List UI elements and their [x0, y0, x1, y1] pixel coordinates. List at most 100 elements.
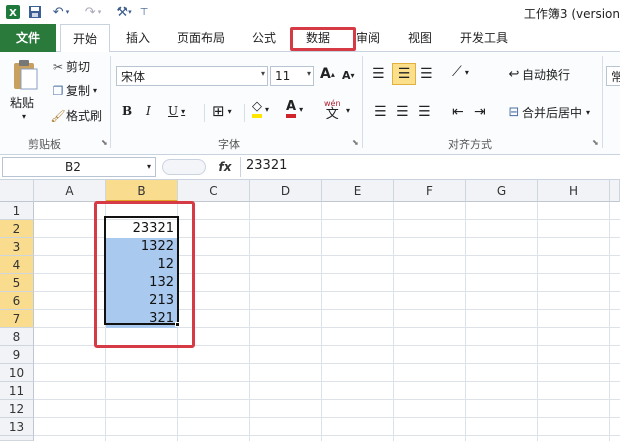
row-header-1[interactable]: 1	[0, 202, 34, 220]
column-header-next[interactable]	[610, 180, 620, 202]
formula-bar: B2 ▾ fx 23321	[0, 155, 620, 180]
chevron-down-icon: ▾	[306, 69, 311, 78]
tab-insert[interactable]: 插入	[118, 24, 158, 52]
row-header-12[interactable]: 12	[0, 400, 34, 418]
alignment-group-label: 对齐方式	[448, 138, 492, 151]
align-bottom-icon[interactable]: ☰	[420, 66, 433, 82]
cut-button[interactable]: ✂ 剪切	[50, 58, 90, 75]
wrap-text-button[interactable]: ↩ 自动换行	[506, 66, 570, 83]
fill-color-icon[interactable]: ◇ ▾	[252, 100, 269, 118]
phonetic-icon[interactable]: wén 文	[324, 98, 341, 121]
quick-access-menu-icon[interactable]: ⊤	[138, 3, 150, 21]
divider	[244, 104, 245, 122]
gridline	[34, 417, 620, 418]
paste-dropdown-icon[interactable]: ▾	[22, 112, 26, 121]
window-title: 工作簿3 (version	[523, 7, 620, 21]
number-format-select[interactable]: 常	[606, 66, 620, 86]
column-header-e[interactable]: E	[322, 180, 394, 202]
excel-logo-icon: X	[4, 3, 22, 21]
merge-icon: ⊟	[508, 105, 520, 120]
font-launcher-icon[interactable]: ⬊	[352, 138, 359, 147]
divider	[362, 56, 363, 148]
tab-view[interactable]: 视图	[400, 24, 440, 52]
row-header-2[interactable]: 2	[0, 220, 34, 238]
row-header-10[interactable]: 10	[0, 364, 34, 382]
formula-bar-resize-handle[interactable]	[162, 159, 206, 175]
name-box[interactable]: B2 ▾	[2, 157, 156, 177]
format-painter-label: 格式刷	[66, 109, 103, 123]
column-header-f[interactable]: F	[394, 180, 466, 202]
data-tab-highlight	[290, 27, 356, 51]
undo-icon[interactable]: ↶ ▾	[48, 3, 74, 21]
font-size-value: 11	[275, 69, 291, 83]
row-header-14[interactable]: 14	[0, 436, 34, 441]
format-painter-button[interactable]: 🖌 格式刷	[50, 107, 102, 124]
italic-icon[interactable]: I	[146, 104, 151, 118]
formula-input[interactable]: 23321	[246, 158, 287, 173]
grow-font-icon[interactable]: A ▴	[320, 66, 335, 82]
merge-center-button[interactable]: ⊟ 合并后居中 ▾	[506, 104, 590, 121]
row-header-5[interactable]: 5	[0, 274, 34, 292]
font-color-icon[interactable]: A ▾	[286, 100, 303, 118]
phonetic-dropdown-icon[interactable]: ▾	[346, 106, 350, 115]
align-right-icon[interactable]: ☰	[418, 104, 431, 120]
font-size-select[interactable]: 11 ▾	[270, 66, 314, 86]
borders-icon[interactable]: ⊞ ▾	[212, 102, 232, 120]
chevron-down-icon: ▾	[260, 69, 265, 78]
decrease-indent-icon[interactable]: ⇤	[452, 104, 464, 120]
selection-highlight-annotation	[94, 201, 195, 348]
column-header-g[interactable]: G	[466, 180, 538, 202]
copy-label: 复制	[66, 84, 91, 98]
column-header-b[interactable]: B	[106, 180, 178, 202]
redo-icon[interactable]: ↷ ▾	[80, 3, 106, 21]
copy-button[interactable]: ❐ 复制 ▾	[50, 82, 97, 99]
clipboard-launcher-icon[interactable]: ⬊	[101, 138, 108, 147]
bold-icon[interactable]: B	[122, 104, 132, 118]
alignment-launcher-icon[interactable]: ⬊	[592, 138, 599, 147]
row-header-11[interactable]: 11	[0, 382, 34, 400]
font-name-select[interactable]: 宋体 ▾	[116, 66, 268, 86]
paste-icon[interactable]	[8, 56, 42, 94]
increase-indent-icon[interactable]: ⇥	[474, 104, 486, 120]
row-header-9[interactable]: 9	[0, 346, 34, 364]
chevron-down-icon: ▾	[146, 162, 151, 171]
svg-text:X: X	[9, 8, 17, 19]
column-header-d[interactable]: D	[250, 180, 322, 202]
tab-formulas[interactable]: 公式	[244, 24, 284, 52]
gridline	[34, 381, 620, 382]
row-header-4[interactable]: 4	[0, 256, 34, 274]
column-header-a[interactable]: A	[34, 180, 106, 202]
row-header-3[interactable]: 3	[0, 238, 34, 256]
save-icon[interactable]	[26, 3, 44, 21]
select-all-corner[interactable]	[0, 180, 34, 202]
row-header-6[interactable]: 6	[0, 292, 34, 310]
row-header-8[interactable]: 8	[0, 328, 34, 346]
brush-icon: 🖌	[50, 108, 66, 123]
shrink-font-icon[interactable]: A ▾	[342, 69, 355, 82]
cut-label: 剪切	[66, 60, 91, 74]
insert-function-icon[interactable]: fx	[214, 157, 236, 177]
orientation-icon[interactable]: ⟋ ▾	[452, 64, 469, 80]
align-top-icon[interactable]: ☰	[372, 66, 385, 82]
paste-button[interactable]: 粘贴	[10, 94, 34, 111]
clipboard-group-label: 剪贴板	[28, 138, 61, 151]
worksheet-grid[interactable]: A B C D E F G H 1 2 3 4 5 6 7 8 9 10 11 …	[0, 180, 620, 441]
customize-icon[interactable]: ⚒ ▾	[112, 3, 136, 21]
tab-home[interactable]: 开始	[60, 24, 110, 53]
align-center-icon[interactable]: ☰	[396, 104, 409, 120]
gridline	[34, 363, 620, 364]
tab-developer[interactable]: 开发工具	[454, 24, 514, 52]
row-header-13[interactable]: 13	[0, 418, 34, 436]
wrap-text-icon: ↩	[508, 67, 520, 82]
column-header-c[interactable]: C	[178, 180, 250, 202]
tab-file[interactable]: 文件	[0, 24, 56, 52]
copy-icon: ❐	[52, 83, 64, 98]
align-middle-icon[interactable]: ☰	[392, 63, 416, 85]
column-header-h[interactable]: H	[538, 180, 610, 202]
align-left-icon[interactable]: ☰	[374, 104, 387, 120]
row-header-7[interactable]: 7	[0, 310, 34, 328]
underline-icon[interactable]: U ▾	[168, 104, 185, 118]
tab-page-layout[interactable]: 页面布局	[172, 24, 230, 52]
divider	[204, 104, 205, 122]
title-bar: X ↶ ▾ ↷ ▾ ⚒ ▾ ⊤ 工作簿3 (version	[0, 0, 620, 24]
